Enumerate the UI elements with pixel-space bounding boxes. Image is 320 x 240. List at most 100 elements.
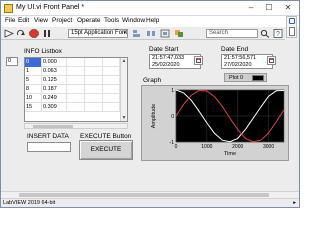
y-tick-label: 1 [171,88,174,94]
font-selector[interactable]: 15pt Application Font ▾ [68,29,128,38]
menu-view[interactable]: View [34,17,48,24]
minimize-button[interactable]: – [244,3,258,14]
menu-operate[interactable]: Operate [77,17,101,24]
distribute-objects-icon[interactable] [146,29,156,38]
menu-tools[interactable]: Tools [104,17,119,24]
listbox-cell [67,76,85,85]
status-bar: LabVIEW 2019 64-bit ▸ [1,198,299,207]
align-objects-icon[interactable] [132,29,142,38]
listbox-cell: 1 [25,67,42,76]
listbox-cell: 0.187 [42,85,67,94]
listbox-cell: 0.309 [42,103,67,112]
listbox-vertical-scrollbar[interactable]: ▲ ▼ [120,58,127,121]
listbox-scroll-thumb[interactable] [33,125,73,128]
listbox-cell [67,103,85,112]
listbox-cell [67,67,85,76]
resize-objects-icon[interactable] [160,29,170,38]
scroll-down-icon[interactable]: ▼ [121,115,127,121]
listbox-cell: 0.000 [42,58,67,67]
info-listbox[interactable]: 0 0.000 1 0.063 5 0.125 8 0.187 10 0.249 15 0.309 ▲… [24,57,128,122]
menu-edit[interactable]: Edit [18,17,29,24]
listbox-cell: 0.063 [42,67,67,76]
scroll-up-icon[interactable]: ▲ [121,58,127,64]
insert-data-field[interactable] [27,142,71,152]
x-tick-label: 3000 [263,144,274,150]
listbox-cell [103,85,120,94]
listbox-grid: 0 0.000 1 0.063 5 0.125 8 0.187 10 0.249 15 0.309 [25,58,120,121]
search-input[interactable]: Search [206,29,258,38]
run-arrow-icon[interactable] [4,29,14,38]
front-panel-window: My UI.vi Front Panel * – ☐ ✕ File Edit V… [0,0,300,208]
insert-data-label: INSERT DATA [27,133,69,140]
menu-bar: File Edit View Project Operate Tools Win… [1,16,299,27]
menu-file[interactable]: File [5,17,15,24]
pause-icon[interactable] [42,29,52,38]
date-end-calendar-button[interactable] [267,56,276,65]
listbox-cell [67,85,85,94]
plot-legend-swatch [252,75,264,81]
y-tick-label: -1 [170,140,175,146]
menu-help[interactable]: Help [146,17,159,24]
font-selector-label: 15pt Application Font [71,30,128,36]
execute-button[interactable]: EXECUTE [79,140,133,160]
listbox-cell [103,103,120,112]
listbox-row[interactable]: 15 0.309 [25,103,120,112]
listbox-cell [85,103,103,112]
status-text: LabVIEW 2019 64-bit [3,200,56,206]
listbox-cell [103,94,120,103]
graph-plot-svg: 0 1000 2000 3000-101TimeAmplitude [151,88,285,157]
help-icon [289,18,295,24]
svg-text:?: ? [276,31,280,38]
listbox-row[interactable]: 1 0.063 [25,67,120,76]
listbox-index-value: 0 [8,58,12,64]
close-button[interactable]: ✕ [281,3,295,14]
reorder-icon[interactable] [174,29,184,38]
waveform-graph[interactable]: 0 1000 2000 3000 -1 0 1 Time Amplitude [141,85,289,161]
listbox-row[interactable]: 5 0.125 [25,76,120,85]
chevron-right-icon[interactable]: ▸ [293,199,296,207]
search-icon[interactable] [260,29,270,38]
listbox-cell [85,94,103,103]
date-end-label: Date End [221,46,249,53]
listbox-cell [85,58,103,67]
date-end-date: 27/02/2020 [224,61,252,68]
menu-project[interactable]: Project [52,17,72,24]
abort-icon[interactable] [29,29,39,38]
date-start-date: 25/02/2020 [152,61,180,68]
listbox-cell: 10 [25,94,42,103]
listbox-row[interactable]: 0 0.000 [25,58,120,67]
listbox-cell: 5 [25,76,42,85]
plot-legend-name: Plot 0 [229,75,244,81]
date-start-calendar-button[interactable] [194,56,203,65]
panel-horizontal-scrollbar[interactable] [1,191,299,198]
vi-icon [4,4,13,13]
title-bar: My UI.vi Front Panel * – ☐ ✕ [1,1,299,16]
graph-label: Graph [143,77,162,84]
window-title: My UI.vi Front Panel * [16,4,85,11]
toolbar: 15pt Application Font ▾ Search ? [1,27,285,40]
listbox-cell [85,85,103,94]
listbox-cell [67,58,85,67]
maximize-button[interactable]: ☐ [262,3,276,14]
listbox-cell: 15 [25,103,42,112]
listbox-row[interactable]: 10 0.249 [25,94,120,103]
execute-button-label: EXECUTE Button [80,133,132,140]
listbox-horizontal-scrollbar[interactable] [24,123,128,129]
panel-scroll-thumb[interactable] [19,193,269,197]
listbox-cell: 0.125 [42,76,67,85]
calendar-icon [269,58,274,63]
plot-legend[interactable]: Plot 0 [224,73,267,82]
date-start-label: Date Start [149,46,179,53]
y-tick-label: 0 [171,114,174,120]
menu-window[interactable]: Window [122,17,145,24]
date-end-control[interactable]: 21:57:56,571 27/02/2020 [221,54,273,69]
y-axis-label: Amplitude [151,104,157,128]
run-continuously-icon[interactable] [16,29,26,38]
chevron-down-icon: ▾ [123,30,126,36]
listbox-cell [103,76,120,85]
listbox-row[interactable]: 8 0.187 [25,85,120,94]
listbox-index-display: 0 [6,57,18,66]
context-help-icon[interactable]: ? [273,29,283,38]
connector-pane-icon[interactable] [286,16,297,38]
listbox-cell [103,67,120,76]
